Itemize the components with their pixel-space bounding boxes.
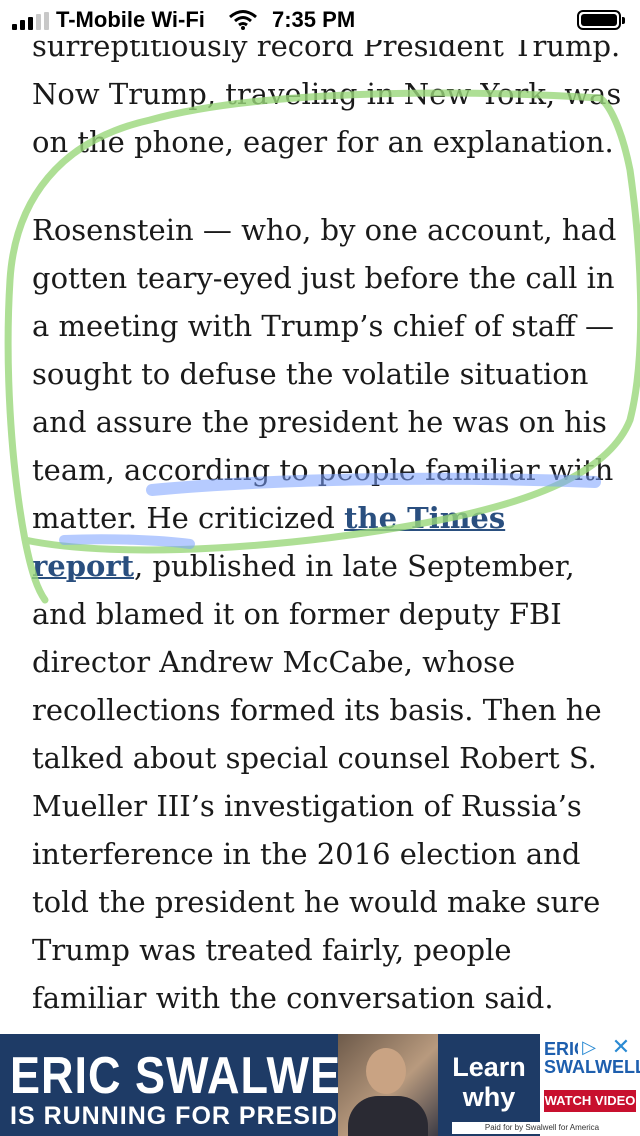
cellular-signal-icon [12, 12, 49, 30]
ad-subheadline: IS RUNNING FOR PRESIDENT [10, 1102, 391, 1130]
clock: 7:35 PM [272, 7, 356, 32]
article-body: surreptitiously record President Trump. … [32, 22, 622, 1062]
status-bar: T-Mobile Wi-Fi 7:35 PM [0, 0, 640, 40]
carrier-name: T-Mobile Wi-Fi [56, 7, 205, 32]
paragraph-text: , published in late September, and blame… [32, 549, 602, 1015]
article-paragraph: Rosenstein — who, by one account, had go… [32, 206, 622, 1022]
adchoices-icon[interactable]: ▷ [578, 1036, 600, 1058]
ad-banner[interactable]: ERIC SWALWELL IS RUNNING FOR PRESIDENT L… [0, 1034, 640, 1136]
paragraph-text: Now Trump, traveling in New York, was on… [32, 77, 622, 159]
candidate-photo [338, 1034, 438, 1136]
learn-why-button[interactable]: Learn why [440, 1034, 538, 1136]
watch-video-button[interactable]: WATCH VIDEO [544, 1090, 636, 1112]
paid-for-disclaimer: Paid for by Swalwell for America [452, 1122, 632, 1134]
close-ad-icon[interactable]: ✕ [608, 1036, 634, 1058]
battery-icon [577, 10, 625, 30]
article-paragraph: surreptitiously record President Trump. … [32, 22, 622, 166]
paragraph-text: Rosenstein — who, by one account, had go… [32, 213, 617, 535]
wifi-icon [228, 8, 258, 38]
